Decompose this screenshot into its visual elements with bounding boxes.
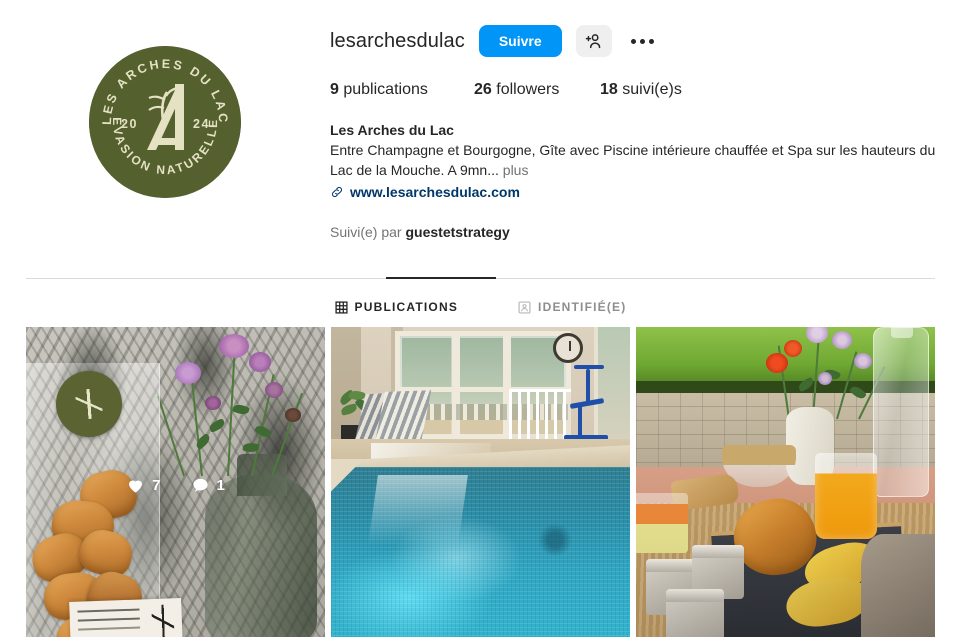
comment-icon [192, 478, 208, 492]
followed-by-names[interactable]: guestetstrategy [405, 224, 509, 240]
profile-tabs: PUBLICATIONS IDENTIFIÉ(E) [0, 278, 961, 326]
profile-tabs-wrapper: PUBLICATIONS IDENTIFIÉ(E) [0, 277, 961, 326]
post-tile-madeleines[interactable]: 7 1 [26, 327, 325, 637]
follow-button[interactable]: Suivre [478, 25, 562, 57]
instagram-profile-page: LES ARCHES DU LAC ÉVASION NATURELLE 20 2… [0, 0, 961, 637]
more-options-button[interactable] [626, 25, 660, 57]
profile-stats: 9 publications 26 followers 18 suivi(e)s [330, 80, 941, 100]
tab-publications-label: PUBLICATIONS [354, 300, 459, 314]
profile-username: lesarchesdulac [330, 30, 465, 52]
post-hover-overlay: 7 1 [26, 327, 325, 637]
username-row: lesarchesdulac Suivre [330, 24, 941, 58]
profile-fullname: Les Arches du Lac [330, 122, 454, 138]
les-arches-du-lac-logo-icon: LES ARCHES DU LAC ÉVASION NATURELLE 20 2… [89, 46, 241, 198]
followed-by-row: Suivi(e) par guestetstrategy [330, 224, 941, 240]
post-tile-indoor-pool[interactable] [331, 327, 630, 637]
bio-more-link[interactable]: plus [503, 162, 529, 178]
post-image-breakfast [636, 327, 935, 637]
avatar[interactable]: LES ARCHES DU LAC ÉVASION NATURELLE 20 2… [89, 46, 241, 198]
avatar-column: LES ARCHES DU LAC ÉVASION NATURELLE 20 2… [0, 24, 330, 240]
stat-following[interactable]: 18 suivi(e)s [600, 80, 682, 100]
profile-website-link[interactable]: www.lesarchesdulac.com [350, 182, 520, 202]
post-likes: 7 [126, 476, 161, 495]
profile-header: LES ARCHES DU LAC ÉVASION NATURELLE 20 2… [0, 0, 961, 240]
active-tab-indicator [386, 277, 496, 279]
posts-grid: 7 1 [0, 327, 961, 637]
heart-icon [129, 480, 143, 493]
add-person-button[interactable] [575, 25, 612, 57]
profile-link-row: www.lesarchesdulac.com [330, 182, 941, 202]
stat-publications[interactable]: 9 publications [330, 80, 474, 100]
svg-text:24: 24 [193, 117, 210, 131]
tab-publications[interactable]: PUBLICATIONS [334, 292, 459, 326]
followed-by-prefix: Suivi(e) par [330, 224, 402, 240]
stat-followers[interactable]: 26 followers [474, 80, 600, 100]
tagged-person-icon [518, 300, 531, 314]
post-tile-breakfast[interactable] [636, 327, 935, 637]
profile-description: Entre Champagne et Bourgogne, Gîte avec … [330, 142, 936, 178]
tab-identified-label: IDENTIFIÉ(E) [538, 300, 627, 314]
tabs-divider [26, 277, 935, 279]
post-comments: 1 [191, 476, 225, 495]
svg-text:20: 20 [121, 117, 138, 131]
post-image-indoor-pool [331, 327, 630, 637]
more-options-icon [631, 38, 655, 44]
grid-icon [334, 300, 348, 314]
profile-info-column: lesarchesdulac Suivre 9 publications 26 … [330, 24, 961, 240]
profile-bio: Les Arches du Lac Entre Champagne et Bou… [330, 120, 941, 202]
person-add-icon [585, 34, 600, 49]
tab-identified[interactable]: IDENTIFIÉ(E) [518, 292, 626, 326]
link-icon [332, 187, 342, 197]
